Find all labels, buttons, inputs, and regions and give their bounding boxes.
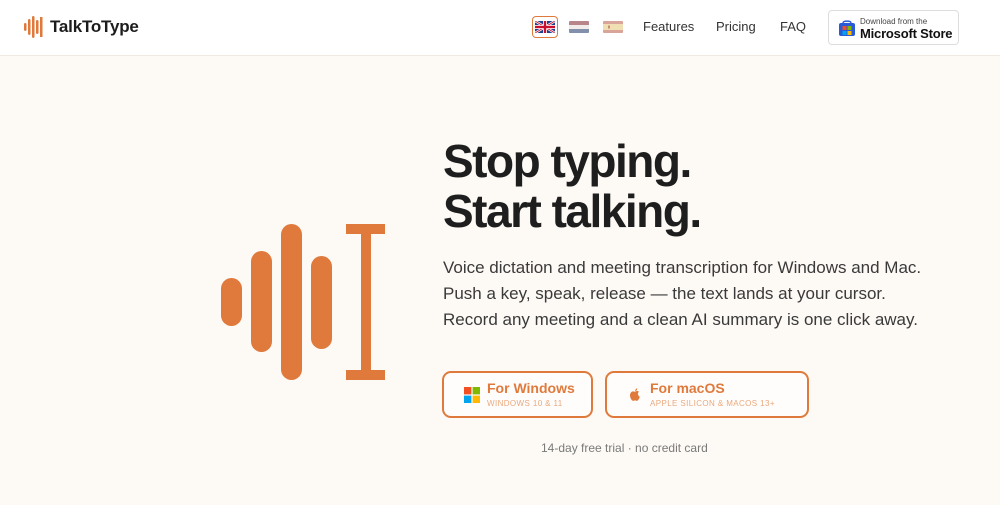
apple-logo-icon xyxy=(630,388,640,401)
download-macos-button[interactable]: For macOS APPLE SILICON & MACOS 13+ xyxy=(605,371,809,418)
spain-flag-icon xyxy=(603,21,623,33)
microsoft-store-button[interactable]: Download from the Microsoft Store xyxy=(828,10,959,45)
windows-logo-icon xyxy=(464,387,480,403)
brand-name: TalkToType xyxy=(50,17,139,36)
store-badge-small-text: Download from the xyxy=(860,17,928,26)
windows-button-title: For Windows xyxy=(487,380,575,396)
microsoft-store-icon xyxy=(839,20,855,36)
soundwave-cursor-icon xyxy=(221,224,385,380)
store-badge-big-text: Microsoft Store xyxy=(860,26,953,41)
headline-line-1: Stop typing. xyxy=(443,135,692,187)
nav-pricing-link[interactable]: Pricing xyxy=(716,19,756,34)
netherlands-flag-icon xyxy=(569,21,589,33)
uk-flag-icon xyxy=(535,21,555,33)
description-line-2: Push a key, speak, release — the text la… xyxy=(443,284,886,303)
headline-line-2: Start talking. xyxy=(443,185,702,237)
macos-button-title: For macOS xyxy=(650,380,725,396)
description-line-1: Voice dictation and meeting transcriptio… xyxy=(443,258,922,277)
site-header: TalkToType Features Pricing FAQ Download… xyxy=(0,0,1000,56)
nav-features-link[interactable]: Features xyxy=(643,19,694,34)
language-en-button[interactable] xyxy=(532,16,558,38)
description-line-3: Record any meeting and a clean AI summar… xyxy=(443,310,918,329)
windows-button-subtitle: WINDOWS 10 & 11 xyxy=(487,399,563,408)
trial-note: 14-day free trial · no credit card xyxy=(541,441,708,455)
brand-logo[interactable]: TalkToType xyxy=(24,15,139,39)
nav-faq-link[interactable]: FAQ xyxy=(780,19,806,34)
language-nl-button[interactable] xyxy=(566,16,592,38)
language-switcher xyxy=(532,16,626,38)
hero-description: Voice dictation and meeting transcriptio… xyxy=(443,255,973,333)
download-windows-button[interactable]: For Windows WINDOWS 10 & 11 xyxy=(442,371,593,418)
hero-headline: Stop typing. Start talking. xyxy=(443,135,702,237)
language-es-button[interactable] xyxy=(600,16,626,38)
macos-button-subtitle: APPLE SILICON & MACOS 13+ xyxy=(650,399,775,408)
soundwave-logo-icon xyxy=(24,16,43,38)
